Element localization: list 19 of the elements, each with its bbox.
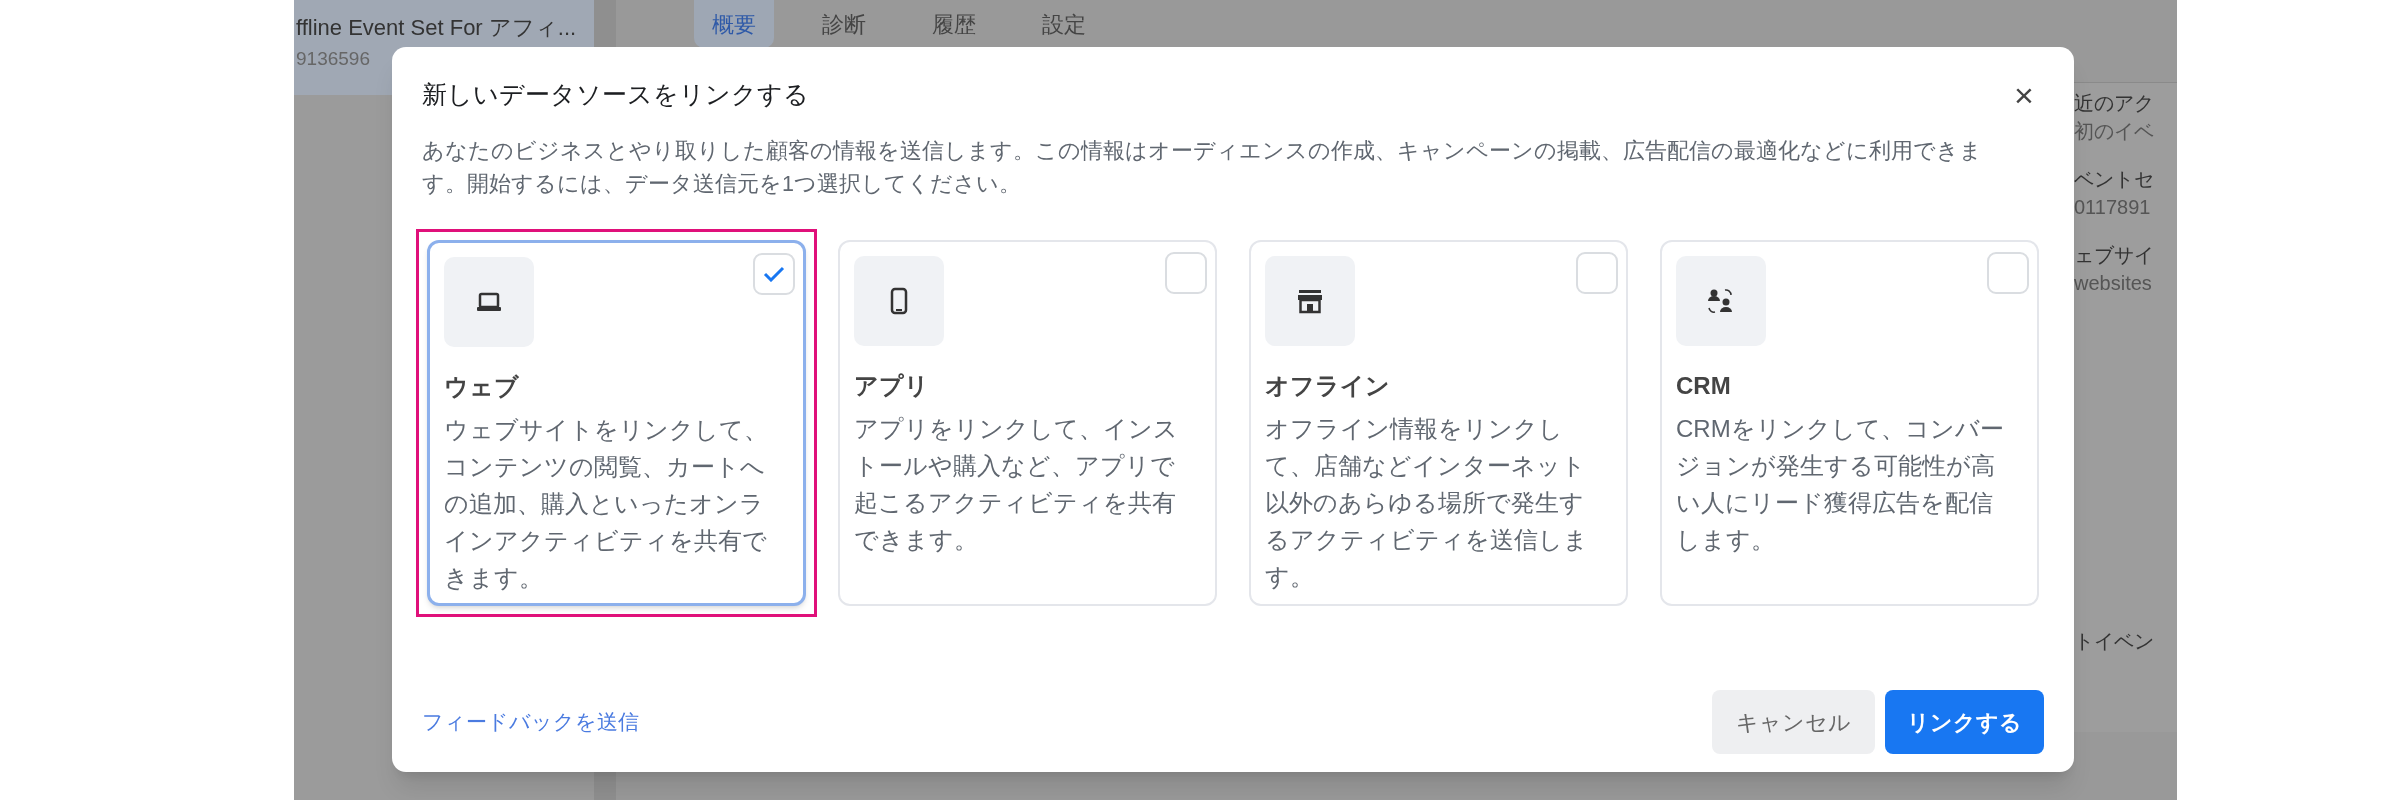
side-text: 0117891 bbox=[2074, 195, 2152, 220]
dialog-title: 新しいデータソースをリンクする bbox=[422, 79, 809, 111]
option-title: アプリ bbox=[854, 371, 930, 401]
list-item-title: ffline Event Set For アフィ... bbox=[296, 14, 578, 42]
list-item-id: 9136596 bbox=[296, 47, 371, 71]
side-text: トイベン bbox=[2074, 629, 2155, 654]
side-text: websites bbox=[2074, 271, 2153, 296]
side-text: 初のイベ bbox=[2074, 119, 2155, 144]
option-title: ウェブ bbox=[444, 372, 520, 402]
dialog-description: あなたのビジネスとやり取りした顧客の情報を送信します。この情報はオーディエンスの作成、キャンペーンの掲載、広告配信の最適化などに利用できます。開始するには、データ送信元を1つ選択してください。 bbox=[422, 138, 1983, 198]
side-text: ベントセ bbox=[2074, 167, 2155, 192]
option-description: ウェブサイトをリンクして、コンテンツの閲覧、カートへの追加、購入といったオンラインアクティビティを共有できます。 bbox=[444, 415, 769, 593]
side-text: 近のアク bbox=[2074, 91, 2155, 116]
option-description: アプリをリンクして、インストールや購入など、アプリで起こるアクティビティを共有できます。 bbox=[854, 414, 1179, 555]
option-title: CRM bbox=[1676, 371, 1732, 401]
option-title: オフライン bbox=[1265, 371, 1391, 401]
option-description: オフライン情報をリンクして、店舗などインターネット以外のあらゆる場所で発生するアクティビティを送信します。 bbox=[1265, 414, 1589, 592]
option-description: CRMをリンクして、コンバージョンが発生する可能性が高い人にリード獲得広告を配信します。 bbox=[1676, 414, 2005, 555]
side-text: ェブサイ bbox=[2074, 243, 2155, 268]
